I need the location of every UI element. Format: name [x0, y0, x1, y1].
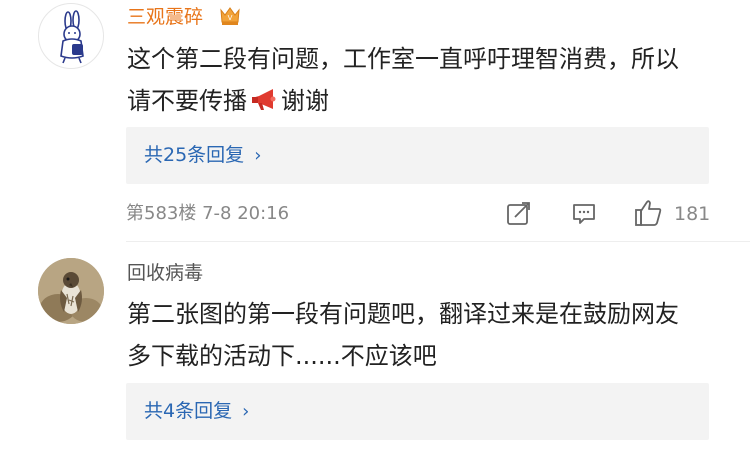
megaphone-icon: [249, 87, 279, 113]
comment-meta: 第583楼 7-8 20:16: [126, 201, 289, 227]
view-replies-button[interactable]: 共25条回复 ›: [126, 127, 709, 184]
comment-thread: 三观震碎 V 这个第二段有问题，工作室一直呼吁理智消费，所以 请不要传播 谢谢 …: [0, 0, 750, 461]
thumbs-up-icon[interactable]: [634, 199, 663, 227]
comment-icon[interactable]: [572, 202, 596, 226]
comment-line: 请不要传播: [127, 87, 247, 115]
floor-number: 第583楼: [126, 203, 197, 224]
comment-line: 多下载的活动下......不应该吧: [127, 342, 437, 370]
crown-badge-icon: V: [218, 5, 242, 27]
comment-datetime: 7-8 20:16: [202, 203, 290, 224]
comment-tail-text: 谢谢: [281, 87, 329, 115]
replies-count-label: 共4条回复: [144, 400, 233, 422]
comment-line: 这个第二段有问题，工作室一直呼吁理智消费，所以: [127, 45, 679, 73]
user-avatar[interactable]: [38, 258, 104, 324]
view-replies-button[interactable]: 共4条回复 ›: [126, 383, 709, 440]
chevron-right-icon: ›: [254, 145, 262, 166]
username[interactable]: 三观震碎: [127, 4, 203, 30]
comment-line: 第二张图的第一段有问题吧，翻译过来是在鼓励网友: [127, 300, 679, 328]
divider: [126, 241, 750, 242]
comment-text: 第二张图的第一段有问题吧，翻译过来是在鼓励网友 多下载的活动下......不应该…: [127, 293, 717, 377]
user-avatar[interactable]: [38, 3, 104, 69]
share-icon[interactable]: [506, 201, 531, 226]
comment-text: 这个第二段有问题，工作室一直呼吁理智消费，所以 请不要传播: [127, 38, 717, 122]
like-count: 181: [674, 203, 711, 225]
bird-photo-avatar-icon: [38, 258, 104, 324]
replies-count-label: 共25条回复: [144, 144, 245, 166]
username[interactable]: 回收病毒: [127, 260, 203, 286]
rabbit-avatar-icon: [60, 10, 84, 64]
chevron-right-icon: ›: [242, 401, 250, 422]
svg-text:V: V: [228, 14, 233, 22]
